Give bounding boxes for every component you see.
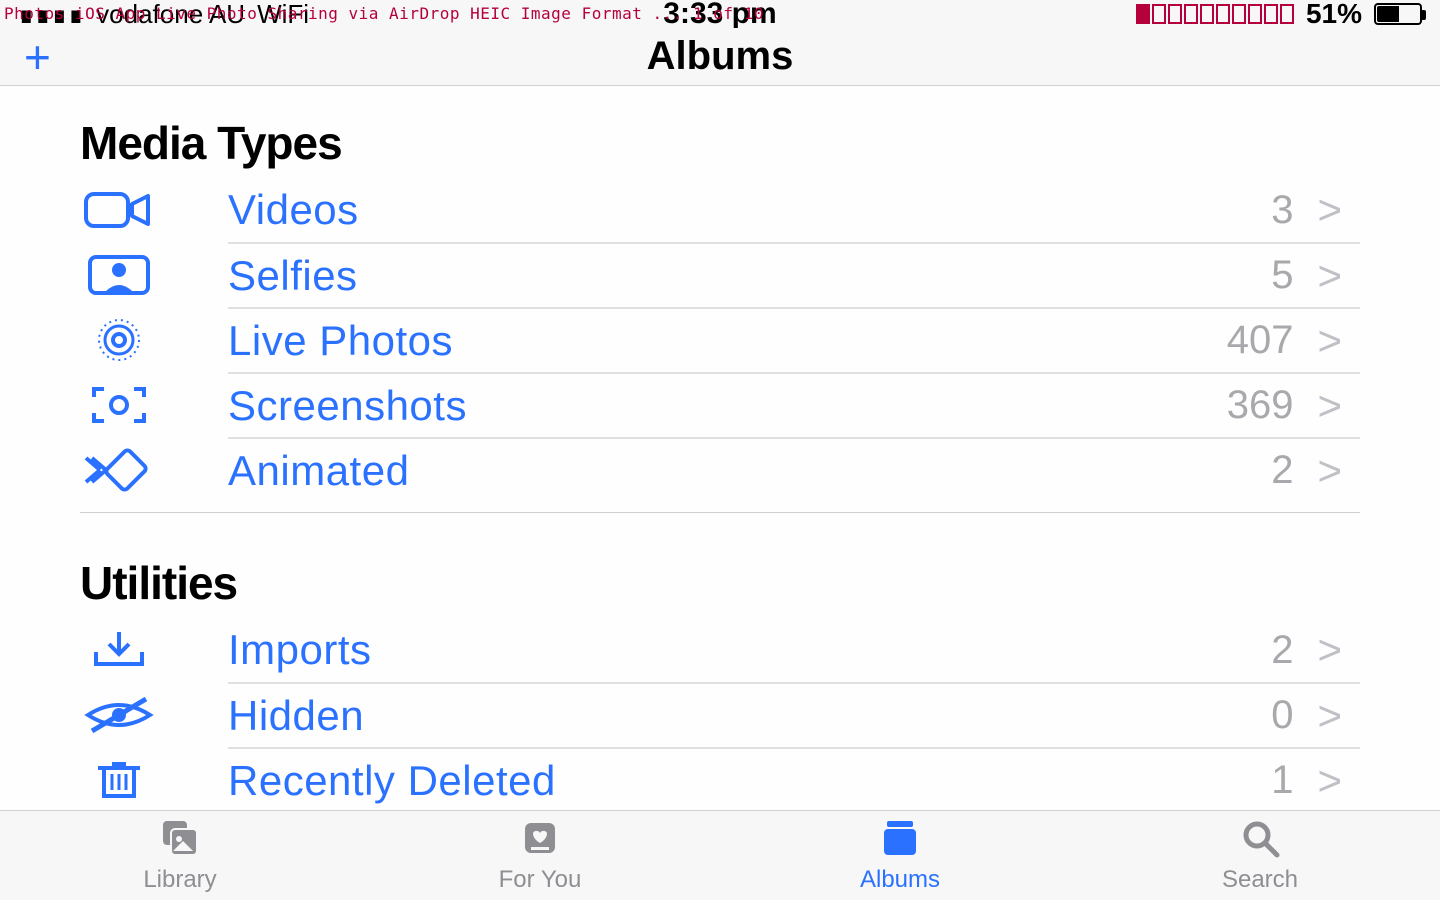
row-label: Imports [228,626,1271,674]
chevron-right-icon: > [1317,382,1342,430]
tab-label: Albums [860,866,940,894]
list-row-selfies[interactable]: Selfies5 > [80,243,1360,307]
chevron-right-icon: > [1317,692,1342,740]
hidden-icon [80,693,228,737]
nav-bar: + Albums [0,28,1440,86]
row-label: Screenshots [228,382,1227,430]
tab-bar: Library For You Albums Search [0,810,1440,900]
albums-icon [879,817,921,864]
chevron-right-icon: > [1317,447,1342,495]
row-count: 407 [1227,318,1294,363]
battery-segment-icon [1136,4,1294,24]
list-row-videos[interactable]: Videos3 > [80,178,1360,242]
tab-label: Search [1222,866,1298,894]
chevron-right-icon: > [1317,757,1342,805]
row-label: Videos [228,186,1271,234]
tab-label: For You [499,866,582,894]
list-row-animated[interactable]: Animated2 > [80,438,1360,502]
row-count: 2 [1271,448,1293,493]
list-row-recently-deleted[interactable]: Recently Deleted1 > [80,748,1360,810]
battery-icon [1374,3,1422,25]
imports-icon [80,628,228,672]
battery-percent: 51% [1306,0,1362,30]
screenshots-icon [80,383,228,427]
debug-overlay-text: Photos iOS App Live Photo Sharing via Ai… [4,4,764,23]
list-row-screenshots[interactable]: Screenshots369 > [80,373,1360,437]
tab-foryou[interactable]: For You [360,811,720,900]
row-label: Animated [228,447,1271,495]
tab-albums[interactable]: Albums [720,811,1080,900]
row-label: Hidden [228,692,1271,740]
chevron-right-icon: > [1317,252,1342,300]
recentlydeleted-icon [80,758,228,802]
add-album-button[interactable]: + [24,34,51,80]
section-title: Utilities [80,556,1360,610]
search-icon [1239,817,1281,864]
row-count: 1 [1271,758,1293,803]
livephotos-icon [80,318,228,362]
nav-title: Albums [647,34,794,79]
row-label: Selfies [228,252,1271,300]
tab-label: Library [143,866,216,894]
list-row-live-photos[interactable]: Live Photos407 > [80,308,1360,372]
selfies-icon [80,253,228,297]
tab-search[interactable]: Search [1080,811,1440,900]
animated-icon [80,448,228,492]
chevron-right-icon: > [1317,186,1342,234]
row-label: Recently Deleted [228,757,1271,805]
row-count: 0 [1271,693,1293,738]
list-row-hidden[interactable]: Hidden0 > [80,683,1360,747]
list-row-imports[interactable]: Imports2 > [80,618,1360,682]
row-count: 369 [1227,383,1294,428]
tab-library[interactable]: Library [0,811,360,900]
section-title: Media Types [80,116,1360,170]
video-icon [80,188,228,232]
row-label: Live Photos [228,317,1227,365]
foryou-icon [519,817,561,864]
row-count: 5 [1271,253,1293,298]
chevron-right-icon: > [1317,317,1342,365]
row-count: 2 [1271,628,1293,673]
row-count: 3 [1271,188,1293,233]
chevron-right-icon: > [1317,626,1342,674]
library-icon [159,817,201,864]
